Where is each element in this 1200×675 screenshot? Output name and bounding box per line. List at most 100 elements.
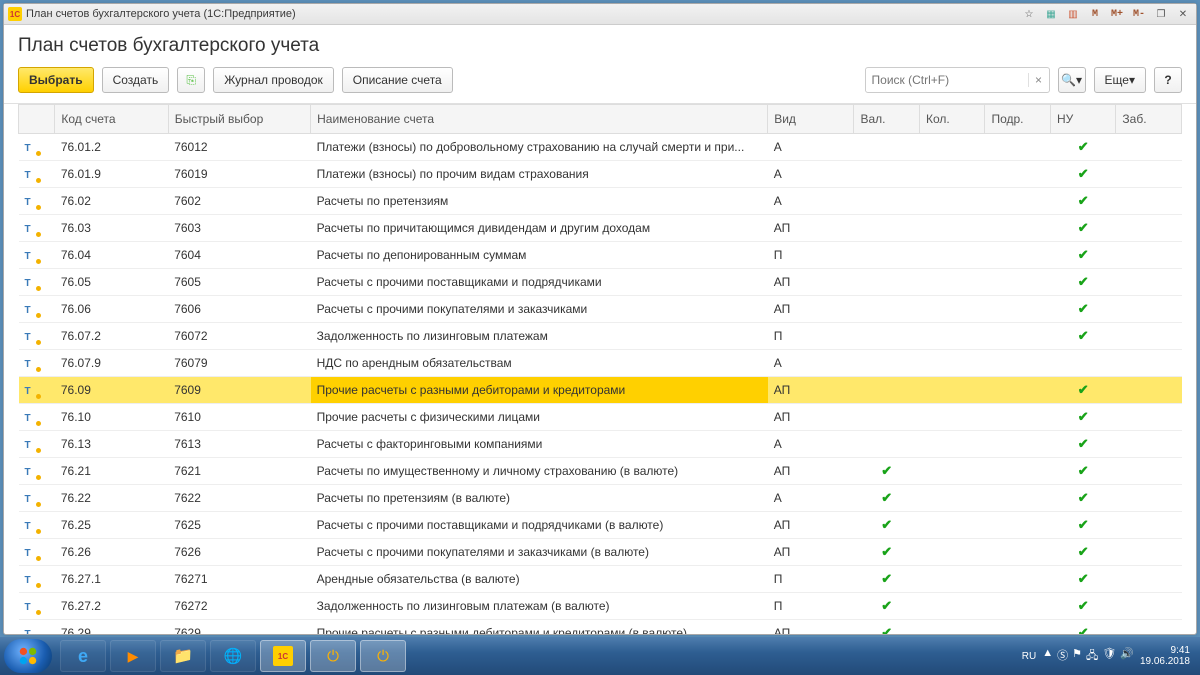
tray-shield-icon[interactable]: 🛡 (1102, 647, 1116, 666)
cell-vid: П (768, 593, 854, 620)
task-chrome[interactable]: 🌐 (210, 640, 256, 672)
app-logo-icon: 1C (273, 646, 293, 666)
col-kol[interactable]: Кол. (919, 105, 984, 134)
task-app3[interactable]: ⏻ (360, 640, 406, 672)
table-row[interactable]: T76.057605Расчеты с прочими поставщиками… (19, 269, 1182, 296)
cell-kol (919, 377, 984, 404)
col-icon[interactable] (19, 105, 55, 134)
table-row[interactable]: T76.267626Расчеты с прочими покупателями… (19, 539, 1182, 566)
close-icon[interactable]: ✕ (1174, 6, 1192, 22)
cell-code: 76.22 (55, 485, 168, 512)
cell-code: 76.07.2 (55, 323, 168, 350)
account-icon: T (25, 386, 39, 398)
cell-nu: ✔ (1050, 566, 1115, 593)
col-quick[interactable]: Быстрый выбор (168, 105, 310, 134)
tray-icons[interactable]: ▲ Ⓢ ⚑ 🖧 🛡 🔊 (1042, 647, 1134, 666)
col-code[interactable]: Код счета (55, 105, 168, 134)
cell-zab (1116, 350, 1182, 377)
table-row[interactable]: T76.01.976019Платежи (взносы) по прочим … (19, 161, 1182, 188)
describe-button[interactable]: Описание счета (342, 67, 453, 93)
cell-podr (985, 323, 1050, 350)
table-row[interactable]: T76.107610Прочие расчеты с физическими л… (19, 404, 1182, 431)
start-button[interactable] (4, 639, 52, 673)
memory-mplus-button[interactable]: M+ (1108, 6, 1126, 22)
table-row[interactable]: T76.137613Расчеты с факторинговыми компа… (19, 431, 1182, 458)
cell-kol (919, 242, 984, 269)
account-icon: T (25, 521, 39, 533)
grid-icon[interactable]: ▦ (1042, 6, 1060, 22)
cell-nu: ✔ (1050, 161, 1115, 188)
task-app2[interactable]: ⏻ (310, 640, 356, 672)
cell-name: Прочие расчеты с физическими лицами (311, 404, 768, 431)
account-icon: T (25, 575, 39, 587)
cell-code: 76.26 (55, 539, 168, 566)
grid-area: Код счета Быстрый выбор Наименование сче… (4, 104, 1196, 634)
copy-button[interactable]: ⎘ (177, 67, 205, 93)
col-val[interactable]: Вал. (854, 105, 919, 134)
star-icon[interactable]: ☆ (1020, 6, 1038, 22)
help-button[interactable]: ? (1154, 67, 1182, 93)
col-podr[interactable]: Подр. (985, 105, 1050, 134)
cell-kol (919, 269, 984, 296)
cell-nu: ✔ (1050, 269, 1115, 296)
table-row[interactable]: T76.217621Расчеты по имущественному и ли… (19, 458, 1182, 485)
table-row[interactable]: T76.067606Расчеты с прочими покупателями… (19, 296, 1182, 323)
task-explorer[interactable]: 📁 (160, 640, 206, 672)
cell-zab (1116, 485, 1182, 512)
tray-vol-icon[interactable]: 🔊 (1120, 647, 1134, 666)
cell-podr (985, 404, 1050, 431)
tray-clock[interactable]: 9:41 19.06.2018 (1140, 645, 1190, 667)
cell-podr (985, 269, 1050, 296)
table-row[interactable]: T76.07.276072Задолженность по лизинговым… (19, 323, 1182, 350)
more-button[interactable]: Еще ▾ (1094, 67, 1146, 93)
table-row[interactable]: T76.07.976079НДС по арендным обязательст… (19, 350, 1182, 377)
table-row[interactable]: T76.27.276272Задолженность по лизинговым… (19, 593, 1182, 620)
table-row[interactable]: T76.047604Расчеты по депонированным сумм… (19, 242, 1182, 269)
page-title: План счетов бухгалтерского учета (18, 35, 1182, 57)
col-name[interactable]: Наименование счета (311, 105, 768, 134)
cell-vid: АП (768, 512, 854, 539)
tray-skype-icon[interactable]: Ⓢ (1057, 647, 1068, 666)
search-input[interactable] (866, 69, 1028, 91)
windows-logo-icon (17, 645, 39, 667)
cell-podr (985, 431, 1050, 458)
task-media[interactable]: ▶ (110, 640, 156, 672)
calendar-icon[interactable]: ▥ (1064, 6, 1082, 22)
tray-net-icon[interactable]: 🖧 (1086, 647, 1098, 666)
cell-code: 76.25 (55, 512, 168, 539)
col-zab[interactable]: Заб. (1116, 105, 1182, 134)
select-button[interactable]: Выбрать (18, 67, 94, 93)
find-button[interactable]: 🔍 ▾ (1058, 67, 1086, 93)
cell-val: ✔ (854, 539, 919, 566)
table-row[interactable]: T76.27.176271Арендные обязательства (в в… (19, 566, 1182, 593)
table-row[interactable]: T76.027602Расчеты по претензиямА✔ (19, 188, 1182, 215)
clear-search-button[interactable]: × (1028, 73, 1049, 87)
search-field[interactable]: × (865, 67, 1050, 93)
table-row[interactable]: T76.037603Расчеты по причитающимся дивид… (19, 215, 1182, 242)
restore-icon[interactable]: ❐ (1152, 6, 1170, 22)
memory-mminus-button[interactable]: M- (1130, 6, 1148, 22)
memory-m-button[interactable]: M (1086, 6, 1104, 22)
tray-flag-icon[interactable]: ⚑ (1072, 647, 1082, 666)
cell-podr (985, 539, 1050, 566)
account-icon: T (25, 602, 39, 614)
table-row[interactable]: T76.097609Прочие расчеты с разными дебит… (19, 377, 1182, 404)
task-1c-active[interactable]: 1C (260, 640, 306, 672)
table-row[interactable]: T76.297629Прочие расчеты с разными дебит… (19, 620, 1182, 635)
cell-quick: 76019 (168, 161, 310, 188)
col-vid[interactable]: Вид (768, 105, 854, 134)
col-nu[interactable]: НУ (1050, 105, 1115, 134)
task-ie[interactable]: e (60, 640, 106, 672)
table-row[interactable]: T76.01.276012Платежи (взносы) по доброво… (19, 134, 1182, 161)
cell-val: ✔ (854, 485, 919, 512)
table-row[interactable]: T76.257625Расчеты с прочими поставщиками… (19, 512, 1182, 539)
tray-lang[interactable]: RU (1022, 651, 1036, 662)
tray-up-icon[interactable]: ▲ (1042, 647, 1053, 666)
journal-button[interactable]: Журнал проводок (213, 67, 334, 93)
accounts-table[interactable]: Код счета Быстрый выбор Наименование сче… (18, 104, 1182, 634)
cell-kol (919, 188, 984, 215)
cell-nu: ✔ (1050, 377, 1115, 404)
create-button[interactable]: Создать (102, 67, 170, 93)
table-row[interactable]: T76.227622Расчеты по претензиям (в валют… (19, 485, 1182, 512)
cell-code: 76.03 (55, 215, 168, 242)
